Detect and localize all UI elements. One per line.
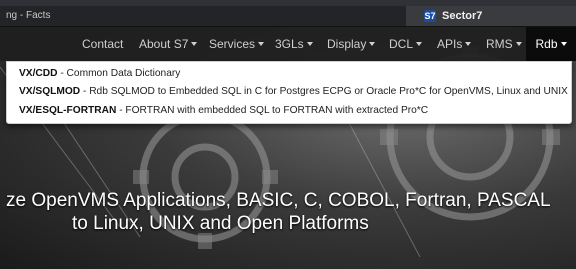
caret-down-icon [416,42,423,46]
nav-dcl[interactable]: DCL [389,27,423,61]
browser-tab-bar: ng - Facts S7 Sector7 [0,6,576,27]
main-navbar: Contact About S7 Services 3GLs Display D… [0,27,576,61]
browser-tab-facts[interactable]: ng - Facts [0,6,50,26]
nav-about-s7[interactable]: About S7 [139,27,198,61]
dropdown-item-vx-cdd[interactable]: VX/CDD - Common Data Dictionary [19,67,180,81]
caret-down-icon [369,42,376,46]
dropdown-item-vx-esql-fortran[interactable]: VX/ESQL-FORTRAN - FORTRAN with embedded … [19,104,428,118]
caret-down-icon [560,42,567,46]
nav-3gls[interactable]: 3GLs [275,27,313,61]
hero-heading-line1: ze OpenVMS Applications, BASIC, C, COBOL… [6,190,551,211]
nav-contact[interactable]: Contact [82,27,123,61]
nav-rms[interactable]: RMS [486,27,522,61]
caret-down-icon [191,42,198,46]
nav-services[interactable]: Services [209,27,265,61]
caret-down-icon [465,42,472,46]
hero-heading-line2: to Linux, UNIX and Open Platforms [72,213,369,234]
rdb-dropdown-menu: VX/CDD - Common Data Dictionary VX/SQLMO… [6,61,572,124]
nav-display[interactable]: Display [327,27,376,61]
caret-down-icon [515,42,522,46]
nav-rdb[interactable]: Rdb [526,27,576,61]
dropdown-item-vx-sqlmod[interactable]: VX/SQLMOD - Rdb SQLMOD to Embedded SQL i… [19,85,568,99]
nav-apis[interactable]: APIs [437,27,472,61]
caret-down-icon [306,42,313,46]
browser-tab-sector7[interactable]: S7 Sector7 [406,6,576,26]
caret-down-icon [258,42,265,46]
browser-tab-title: Sector7 [442,10,483,22]
sector7-favicon-icon: S7 [424,10,436,22]
